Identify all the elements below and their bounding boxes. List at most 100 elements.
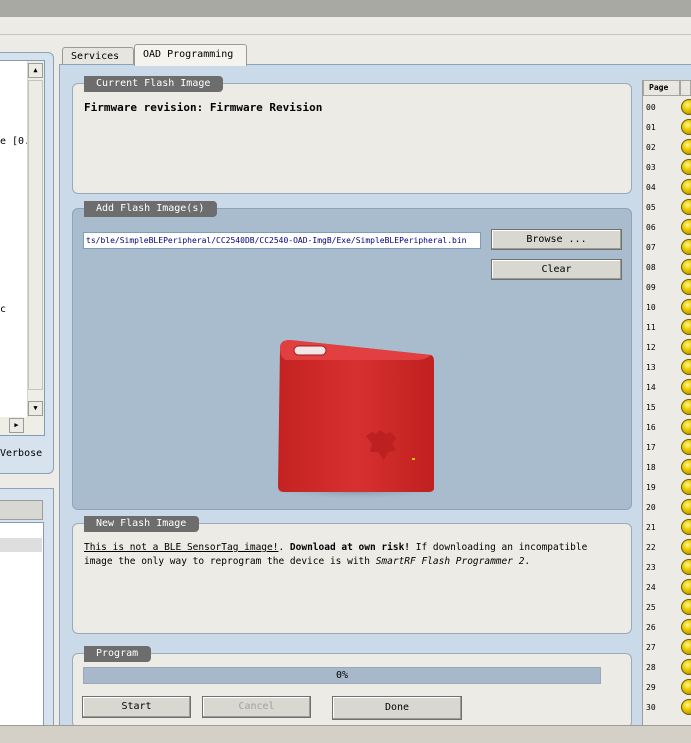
page-number: 04 bbox=[646, 183, 656, 192]
sensortag-image bbox=[261, 340, 451, 500]
page-number: 23 bbox=[646, 563, 656, 572]
page-status-led-icon bbox=[681, 219, 691, 235]
current-flash-label: Current Flash Image bbox=[84, 76, 223, 92]
warning-not-sensortag: This is not a BLE SensorTag image! bbox=[84, 542, 279, 553]
browse-button[interactable]: Browse ... bbox=[491, 229, 622, 250]
page-number: 28 bbox=[646, 663, 656, 672]
page-status-led-icon bbox=[681, 259, 691, 275]
page-number: 27 bbox=[646, 643, 656, 652]
program-label: Program bbox=[84, 646, 151, 662]
page-status-led-icon bbox=[681, 239, 691, 255]
page-status-led-icon bbox=[681, 359, 691, 375]
page-row: 28 bbox=[643, 658, 691, 678]
page-row: 06 bbox=[643, 218, 691, 238]
page-status-led-icon bbox=[681, 539, 691, 555]
page-row: 11 bbox=[643, 318, 691, 338]
page-row: 08 bbox=[643, 258, 691, 278]
page-status-led-icon bbox=[681, 599, 691, 615]
page-row: 24 bbox=[643, 578, 691, 598]
tab-oad-programming[interactable]: OAD Programming bbox=[134, 44, 247, 66]
device-list[interactable] bbox=[0, 522, 44, 728]
page-number: 22 bbox=[646, 543, 656, 552]
page-number: 14 bbox=[646, 383, 656, 392]
status-bar bbox=[0, 725, 691, 743]
page-row: 19 bbox=[643, 478, 691, 498]
page-status-led-icon bbox=[681, 699, 691, 715]
page-status-led-icon bbox=[681, 199, 691, 215]
page-status-led-icon bbox=[681, 339, 691, 355]
scroll-down-button[interactable]: ▼ bbox=[28, 401, 43, 416]
page-status-led-icon bbox=[681, 279, 691, 295]
scrollbar-thumb[interactable] bbox=[28, 80, 43, 390]
page-number: 19 bbox=[646, 483, 656, 492]
page-status-led-icon bbox=[681, 319, 691, 335]
clear-button[interactable]: Clear bbox=[491, 259, 622, 280]
arrow-up-icon: ▲ bbox=[33, 66, 38, 74]
device-list-header[interactable] bbox=[0, 500, 43, 520]
page-number: 24 bbox=[646, 583, 656, 592]
page-row: 09 bbox=[643, 278, 691, 298]
page-number: 20 bbox=[646, 503, 656, 512]
warning-own-risk: Download at own risk! bbox=[289, 542, 411, 553]
page-row: 26 bbox=[643, 618, 691, 638]
scroll-up-button[interactable]: ▲ bbox=[28, 63, 43, 78]
page-row: 23 bbox=[643, 558, 691, 578]
page-column-header[interactable]: Page bbox=[643, 80, 680, 96]
file-path-input[interactable]: ts/ble/SimpleBLEPeripheral/CC2540DB/CC25… bbox=[83, 232, 481, 249]
page-row: 15 bbox=[643, 398, 691, 418]
page-row: 07 bbox=[643, 238, 691, 258]
page-row: 00 bbox=[643, 98, 691, 118]
page-status-led-icon bbox=[681, 499, 691, 515]
page-row: 01 bbox=[643, 118, 691, 138]
page-status-led-icon bbox=[681, 139, 691, 155]
device-list-selected-row[interactable] bbox=[0, 538, 42, 552]
arrow-down-icon: ▼ bbox=[33, 404, 38, 412]
done-button[interactable]: Done bbox=[332, 696, 462, 720]
page-number: 15 bbox=[646, 403, 656, 412]
page-number: 17 bbox=[646, 443, 656, 452]
page-row: 16 bbox=[643, 418, 691, 438]
page-status-led-icon bbox=[681, 419, 691, 435]
page-number: 13 bbox=[646, 363, 656, 372]
page-status-led-icon bbox=[681, 479, 691, 495]
page-row: 14 bbox=[643, 378, 691, 398]
page-number: 00 bbox=[646, 103, 656, 112]
page-status-led-icon bbox=[681, 639, 691, 655]
page-status-led-icon bbox=[681, 659, 691, 675]
page-row: 03 bbox=[643, 158, 691, 178]
page-status-led-icon bbox=[681, 179, 691, 195]
page-number: 01 bbox=[646, 123, 656, 132]
scroll-right-button[interactable]: ▶ bbox=[9, 418, 24, 433]
page-number: 03 bbox=[646, 163, 656, 172]
page-status-list: 00 01 02 03 04 05 06 07 08 09 10 11 12 13 14 15 16 17 18 19… bbox=[643, 98, 691, 718]
page-number: 16 bbox=[646, 423, 656, 432]
page-row: 22 bbox=[643, 538, 691, 558]
title-strip bbox=[0, 0, 691, 17]
page-status-led-icon bbox=[681, 459, 691, 475]
tag-body bbox=[278, 340, 434, 492]
cancel-button[interactable]: Cancel bbox=[202, 696, 311, 718]
page-status-led-icon bbox=[681, 399, 691, 415]
page-row: 17 bbox=[643, 438, 691, 458]
log-text-fragment: c bbox=[0, 304, 7, 315]
page-row: 04 bbox=[643, 178, 691, 198]
start-button[interactable]: Start bbox=[82, 696, 191, 718]
page-number: 10 bbox=[646, 303, 656, 312]
page-number: 02 bbox=[646, 143, 656, 152]
verbose-checkbox-label[interactable]: Verbose bbox=[0, 448, 42, 459]
page-number: 11 bbox=[646, 323, 656, 332]
page-row: 05 bbox=[643, 198, 691, 218]
page-status-led-icon bbox=[681, 559, 691, 575]
page-number: 18 bbox=[646, 463, 656, 472]
warning-punct: . bbox=[278, 542, 290, 553]
warning-programmer-name: SmartRF Flash Programmer 2 bbox=[375, 555, 525, 567]
tag-slot bbox=[293, 345, 327, 356]
page-status-led-icon bbox=[681, 579, 691, 595]
page-number: 25 bbox=[646, 603, 656, 612]
status-column-header[interactable] bbox=[680, 80, 691, 96]
new-flash-group bbox=[72, 523, 632, 634]
page-number: 26 bbox=[646, 623, 656, 632]
page-status-led-icon bbox=[681, 159, 691, 175]
program-progress-bar: 0% bbox=[83, 667, 601, 684]
page-row: 18 bbox=[643, 458, 691, 478]
